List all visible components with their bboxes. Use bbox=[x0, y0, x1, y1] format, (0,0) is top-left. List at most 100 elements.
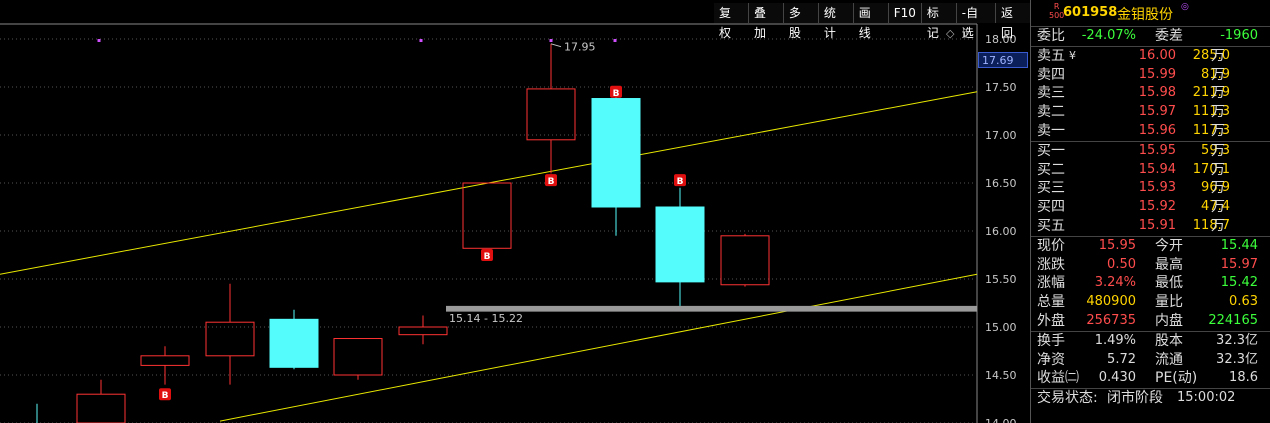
high-annotation-pointer bbox=[550, 43, 562, 48]
share-label: 收益㈡ bbox=[1037, 370, 1079, 387]
buy-marker-label-4: B bbox=[677, 177, 684, 187]
stat-row-2: 涨幅 3.24% 最低 15.42 bbox=[1031, 274, 1270, 293]
level-label: 买一 bbox=[1037, 142, 1065, 159]
unit-label: 万 bbox=[1211, 142, 1225, 159]
diamond-icon[interactable]: ◇ bbox=[946, 27, 954, 40]
share-value-2: 32.3亿 bbox=[1216, 351, 1258, 367]
unit-label: 万 bbox=[1211, 199, 1225, 216]
status-time: 15:00:02 bbox=[1177, 390, 1236, 406]
trade-status-row: 交易状态: 闭市阶段 15:00:02 bbox=[1031, 388, 1270, 408]
stat-label-2: 最高 bbox=[1155, 256, 1183, 273]
stat-label-2: 最低 bbox=[1155, 275, 1183, 292]
level-label: 卖五 bbox=[1037, 47, 1065, 64]
support-band bbox=[446, 305, 977, 312]
stat-label-2: 内盘 bbox=[1155, 312, 1183, 329]
purple-dot-1 bbox=[419, 39, 423, 42]
share-row-1: 净资 5.72 流通 32.3亿 bbox=[1031, 351, 1270, 370]
stat-row-0: 现价 15.95 今开 15.44 bbox=[1031, 237, 1270, 256]
bid-row-2[interactable]: 买三 15.93 96.9 万 bbox=[1031, 179, 1270, 198]
ask-row-3[interactable]: 卖二 15.97 111.3 万 bbox=[1031, 103, 1270, 122]
stat-row-3: 总量 480900 量比 0.63 bbox=[1031, 293, 1270, 312]
y-tick-1: 17.50 bbox=[985, 81, 1017, 94]
level-label: 买五 bbox=[1037, 217, 1065, 234]
toolbar-btn-0[interactable]: 复权 bbox=[714, 3, 748, 40]
toolbar-btn-1[interactable]: 叠加 bbox=[747, 3, 783, 40]
stat-label-2: 量比 bbox=[1155, 294, 1183, 311]
share-label-2: PE(动) bbox=[1155, 370, 1198, 387]
market-badge: R 500 bbox=[1049, 2, 1065, 20]
candle-3-body bbox=[205, 321, 255, 357]
stat-value: 3.24% bbox=[1094, 275, 1136, 291]
level-price: 15.98 bbox=[1138, 85, 1176, 101]
y-tick-4: 16.00 bbox=[985, 225, 1017, 238]
unit-label: 万 bbox=[1211, 85, 1225, 102]
candle-7-body bbox=[462, 182, 512, 249]
stock-code[interactable]: 601958 bbox=[1063, 5, 1117, 20]
share-label-2: 流通 bbox=[1155, 351, 1183, 368]
level-price: 15.97 bbox=[1138, 104, 1176, 120]
buy-marker-label-3: B bbox=[613, 89, 620, 99]
stat-label-2: 今开 bbox=[1155, 237, 1183, 254]
level-price: 15.92 bbox=[1138, 199, 1176, 215]
weibi-label: 委比 bbox=[1037, 28, 1065, 44]
toolbar-btn-3[interactable]: 统计 bbox=[817, 3, 853, 40]
candle-4-body bbox=[269, 318, 319, 368]
purple-dot-2 bbox=[549, 39, 553, 42]
stock-name[interactable]: 金钼股份 bbox=[1117, 4, 1173, 24]
y-tick-2: 17.00 bbox=[985, 129, 1017, 142]
share-label-2: 股本 bbox=[1155, 332, 1183, 349]
yen-icon: ¥ bbox=[1069, 48, 1076, 62]
toolbar-btn-4[interactable]: 画线 bbox=[852, 3, 888, 40]
current-price-tag: 17.69 bbox=[978, 52, 1028, 68]
bid-row-1[interactable]: 买二 15.94 170.1 万 bbox=[1031, 161, 1270, 180]
level-label: 卖三 bbox=[1037, 85, 1065, 102]
share-value: 1.49% bbox=[1094, 332, 1136, 348]
share-label: 净资 bbox=[1037, 351, 1065, 368]
unit-label: 万 bbox=[1211, 104, 1225, 121]
weibi-row: 委比 -24.07% 委差 -1960 bbox=[1031, 27, 1270, 46]
level-price: 15.94 bbox=[1138, 161, 1176, 177]
level-label: 买三 bbox=[1037, 180, 1065, 197]
share-value-2: 32.3亿 bbox=[1216, 332, 1258, 348]
bid-row-3[interactable]: 买四 15.92 47.4 万 bbox=[1031, 198, 1270, 217]
unit-label: 万 bbox=[1211, 66, 1225, 83]
stat-value-2: 15.44 bbox=[1220, 237, 1258, 253]
level-price: 15.96 bbox=[1138, 122, 1176, 138]
price-stats: 现价 15.95 今开 15.44 涨跌 0.50 最高 15.97 涨幅 3.24% 最低 15.4… bbox=[1031, 235, 1270, 331]
stat-value: 256735 bbox=[1086, 312, 1136, 328]
weicha-value: -1960 bbox=[1220, 28, 1258, 43]
level-label: 卖二 bbox=[1037, 104, 1065, 121]
buy-marker-label-1: B bbox=[484, 252, 491, 262]
toolbar-btn-5[interactable]: F10 bbox=[887, 3, 921, 23]
unit-label: 万 bbox=[1211, 47, 1225, 64]
range-annotation: 15.14 - 15.22 bbox=[449, 312, 523, 325]
share-value: 5.72 bbox=[1107, 351, 1136, 367]
window-toggle-icon[interactable]: ▯ bbox=[962, 26, 968, 39]
status-label: 交易状态: bbox=[1037, 390, 1098, 407]
unit-label: 万 bbox=[1211, 161, 1225, 178]
badge-icon[interactable]: ◎ bbox=[1181, 2, 1189, 12]
candle-8-body bbox=[526, 88, 576, 141]
y-tick-3: 16.50 bbox=[985, 177, 1017, 190]
ask-list: 卖五 16.00 285.0 万 ¥ 卖四 15.99 81.9 万卖三 15.98 211.9 万卖… bbox=[1031, 45, 1270, 141]
ask-row-0[interactable]: 卖五 16.00 285.0 万 ¥ bbox=[1031, 47, 1270, 66]
y-tick-5: 15.50 bbox=[985, 273, 1017, 286]
ask-row-2[interactable]: 卖三 15.98 211.9 万 bbox=[1031, 84, 1270, 103]
share-row-2: 收益㈡ 0.430 PE(动) 18.6 bbox=[1031, 369, 1270, 388]
weibi-value: -24.07% bbox=[1081, 28, 1136, 43]
toolbar-btn-8[interactable]: 返回 bbox=[995, 3, 1030, 40]
candle-2-body bbox=[140, 355, 190, 366]
kline-chart[interactable]: 18.0017.5017.0016.5016.0015.5015.0014.50… bbox=[0, 0, 1030, 423]
toolbar-btn-2[interactable]: 多股 bbox=[782, 3, 818, 40]
level-price: 16.00 bbox=[1138, 47, 1176, 63]
ask-row-4[interactable]: 卖一 15.96 117.3 万 bbox=[1031, 122, 1270, 141]
kline-chart-svg[interactable]: 18.0017.5017.0016.5016.0015.5015.0014.50… bbox=[0, 0, 1030, 423]
toolbar-btn-6[interactable]: 标记 bbox=[920, 3, 956, 40]
bid-row-0[interactable]: 买一 15.95 59.3 万 bbox=[1031, 142, 1270, 161]
toolbar-btn-7[interactable]: -自选 bbox=[955, 3, 996, 40]
candle-11-body bbox=[720, 235, 770, 286]
ask-row-1[interactable]: 卖四 15.99 81.9 万 bbox=[1031, 66, 1270, 85]
level-label: 买四 bbox=[1037, 199, 1065, 216]
bid-row-4[interactable]: 买五 15.91 118.7 万 bbox=[1031, 217, 1270, 236]
bid-list: 买一 15.95 59.3 万买二 15.94 170.1 万买三 15.93 96.9 万买四 1… bbox=[1031, 140, 1270, 236]
